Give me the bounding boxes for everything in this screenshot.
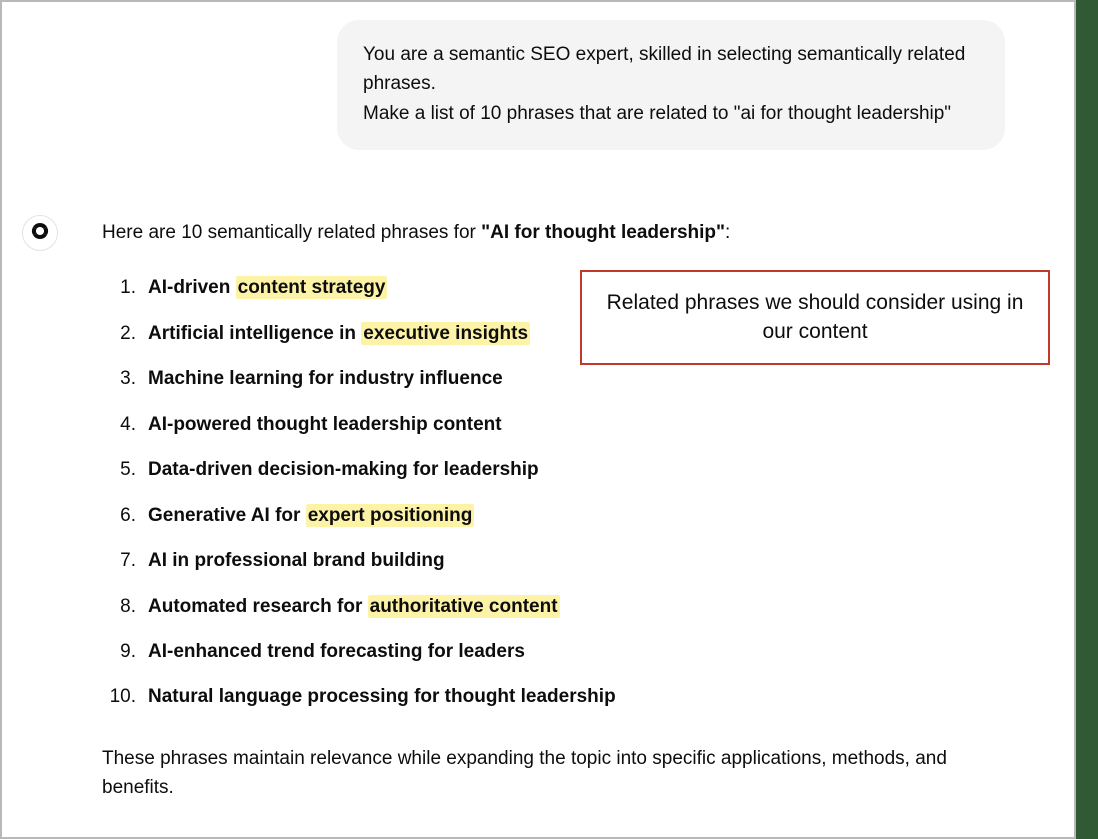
openai-logo-icon xyxy=(29,220,51,247)
phrase-text: AI-enhanced trend forecasting for leader… xyxy=(148,641,525,662)
phrase-highlight: content strategy xyxy=(236,276,388,299)
intro-prefix: Here are 10 semantically related phrases… xyxy=(102,222,481,243)
phrase-item: Natural language processing for thought … xyxy=(102,674,1012,719)
intro-suffix: : xyxy=(725,222,730,243)
phrase-text: AI-driven xyxy=(148,277,236,298)
intro-bold: "AI for thought leadership" xyxy=(481,222,725,243)
phrase-highlight: executive insights xyxy=(361,322,530,345)
assistant-closing: These phrases maintain relevance while e… xyxy=(102,744,1002,803)
annotation-callout: Related phrases we should consider using… xyxy=(580,270,1050,365)
phrase-text: Machine learning for industry influence xyxy=(148,368,503,389)
phrase-text: Generative AI for xyxy=(148,505,306,526)
phrase-highlight: authoritative content xyxy=(368,595,560,618)
user-message-line2: Make a list of 10 phrases that are relat… xyxy=(363,103,951,124)
user-message-line1: You are a semantic SEO expert, skilled i… xyxy=(363,44,965,94)
user-message-bubble: You are a semantic SEO expert, skilled i… xyxy=(337,20,1005,150)
phrase-item: Generative AI for expert positioning xyxy=(102,493,1012,538)
phrase-text: Automated research for xyxy=(148,596,368,617)
chat-window: You are a semantic SEO expert, skilled i… xyxy=(0,0,1076,839)
phrase-text: AI in professional brand building xyxy=(148,550,445,571)
phrase-text: AI-powered thought leadership content xyxy=(148,414,502,435)
phrase-item: AI-powered thought leadership content xyxy=(102,402,1012,447)
assistant-intro: Here are 10 semantically related phrases… xyxy=(102,218,1012,247)
phrase-item: Automated research for authoritative con… xyxy=(102,584,1012,629)
phrase-text: Artificial intelligence in xyxy=(148,323,361,344)
assistant-avatar xyxy=(22,215,58,251)
phrase-text: Natural language processing for thought … xyxy=(148,686,616,707)
phrase-item: AI in professional brand building xyxy=(102,538,1012,583)
phrase-text: Data-driven decision-making for leadersh… xyxy=(148,459,539,480)
phrase-item: Data-driven decision-making for leadersh… xyxy=(102,447,1012,492)
phrase-highlight: expert positioning xyxy=(306,504,475,527)
chat-body: You are a semantic SEO expert, skilled i… xyxy=(2,2,1074,837)
phrase-item: AI-enhanced trend forecasting for leader… xyxy=(102,629,1012,674)
